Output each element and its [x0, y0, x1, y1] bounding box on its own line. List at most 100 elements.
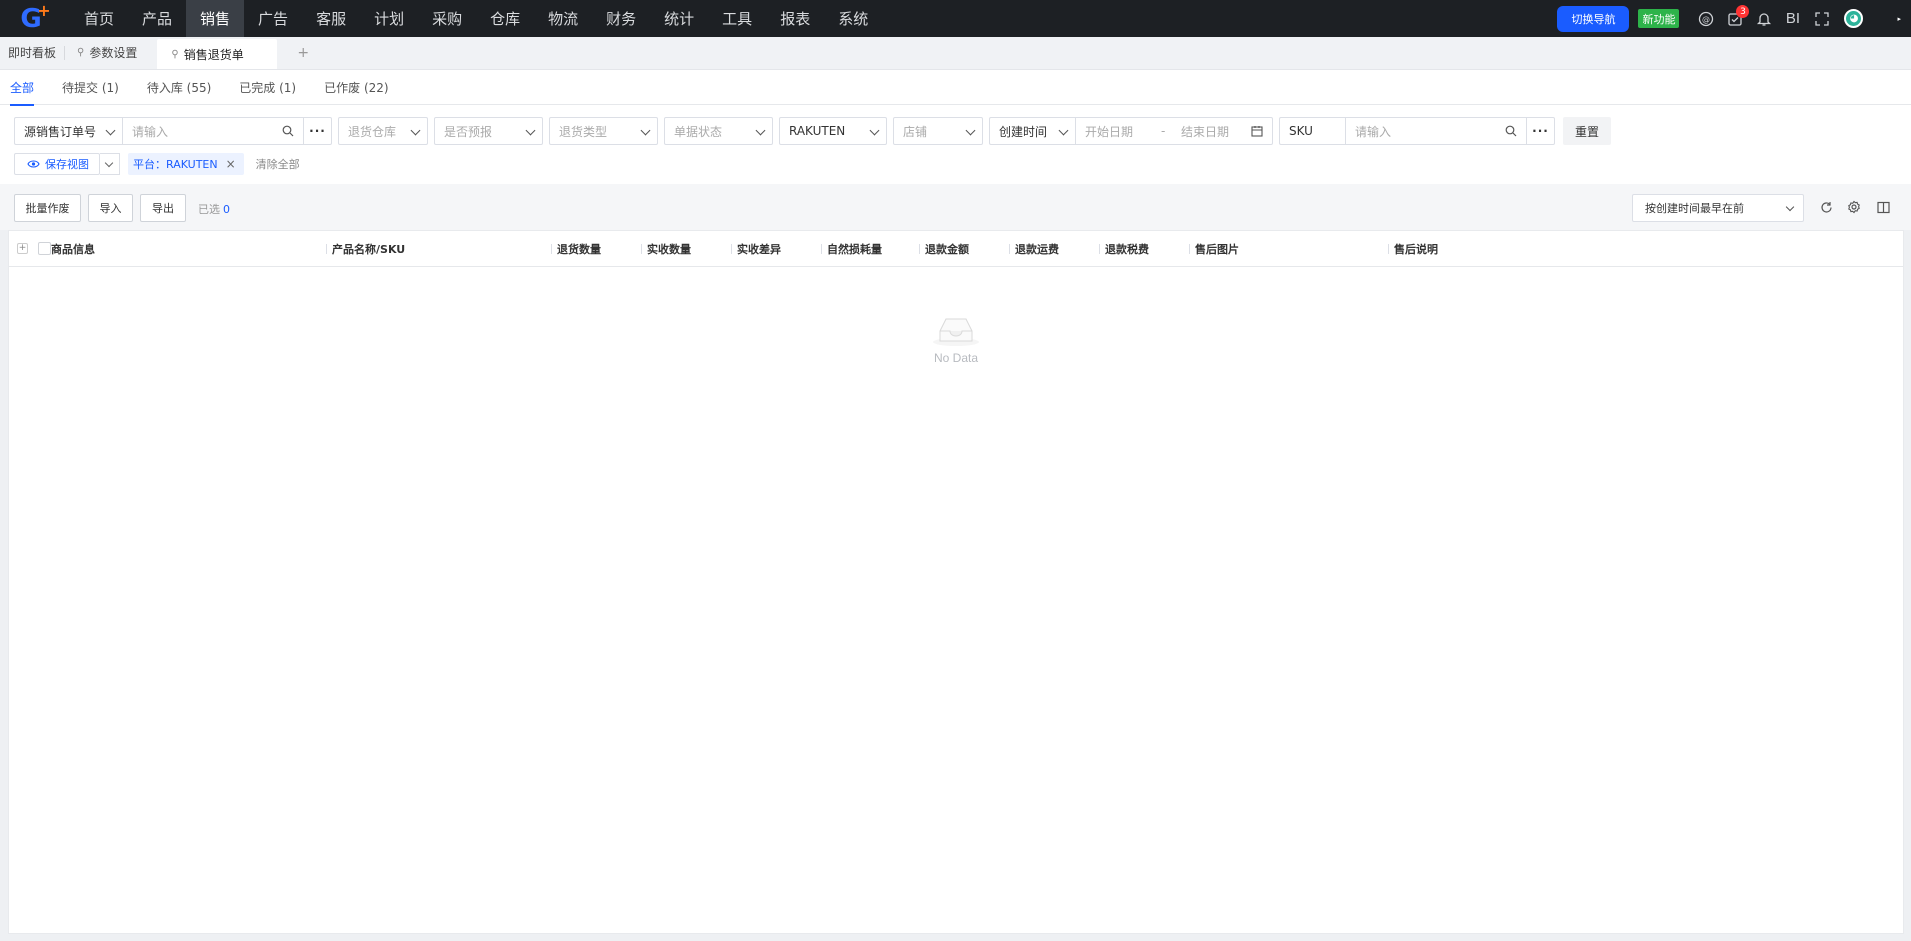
saved-view-row: 保存视图 平台：RAKUTEN × 清除全部 — [14, 153, 300, 175]
save-view-button[interactable]: 保存视图 — [14, 153, 100, 175]
tab-dashboard[interactable]: 即时看板 — [0, 36, 64, 69]
nav-item-8[interactable]: 物流 — [534, 0, 592, 37]
calendar-icon[interactable] — [1251, 125, 1263, 137]
sku-type-select[interactable]: SKU — [1279, 117, 1345, 145]
status-tab-3[interactable]: 已完成 (1) — [225, 70, 310, 105]
returns-table: + 商品信息 产品名称/SKU 退货数量 实收数量 实收差异 自然损耗量 退款金额 退款运费 退… — [8, 230, 1904, 934]
empty-state: No Data — [9, 311, 1903, 365]
search-icon[interactable] — [282, 125, 294, 137]
switch-nav-button[interactable]: 切换导航 — [1557, 5, 1630, 32]
caret-right-icon[interactable]: ▸ — [1897, 15, 1901, 23]
chevron-down-icon — [1058, 125, 1069, 136]
svg-text:@: @ — [1702, 15, 1710, 24]
tab-sales-return-label: 销售退货单 — [183, 47, 244, 62]
nav-item-6[interactable]: 采购 — [418, 0, 476, 37]
nav-item-0[interactable]: 首页 — [70, 0, 128, 37]
nav-right-tools: 切换导航 新功能 @ 3 BI ◕ ▸ — [1557, 0, 1911, 37]
add-tab-button[interactable]: + — [277, 36, 329, 69]
columns-layout-icon[interactable] — [1875, 199, 1891, 215]
order-type-select[interactable]: 源销售订单号 — [14, 117, 122, 145]
help-icon[interactable]: @ — [1691, 0, 1720, 37]
status-tab-2[interactable]: 待入库 (55) — [133, 70, 225, 105]
pin-icon[interactable]: ⚲ — [77, 47, 84, 58]
pin-icon[interactable]: ⚲ — [171, 49, 178, 60]
status-tab-1[interactable]: 待提交 (1) — [48, 70, 133, 105]
nav-item-2[interactable]: 销售 — [186, 0, 245, 37]
tab-sales-return[interactable]: ⚲ 销售退货单 — [157, 39, 278, 69]
notification-bell-icon[interactable] — [1749, 0, 1778, 37]
date-range-separator: - — [1161, 124, 1166, 138]
shop-select[interactable]: 店铺 — [893, 117, 983, 145]
sku-more-button[interactable]: ··· — [1527, 117, 1555, 145]
chevron-down-icon — [525, 125, 536, 136]
time-type-value: 创建时间 — [999, 124, 1048, 139]
nav-item-13[interactable]: 系统 — [824, 0, 882, 37]
warehouse-placeholder: 退货仓库 — [348, 124, 397, 139]
clear-all-link[interactable]: 清除全部 — [256, 156, 300, 172]
status-tab-0[interactable]: 全部 — [0, 70, 48, 106]
nav-item-3[interactable]: 广告 — [244, 0, 302, 37]
empty-inbox-icon — [933, 318, 979, 346]
task-icon[interactable]: 3 — [1720, 0, 1750, 37]
main-nav-menu: 首页 产品 销售 广告 客服 计划 采购 仓库 物流 财务 统计 工具 报表 系统 — [70, 0, 882, 37]
page-tab-bar: 即时看板 ⚲ 参数设置 ⚲ 销售退货单 + — [0, 37, 1911, 70]
import-button[interactable]: 导入 — [88, 194, 133, 222]
nav-item-5[interactable]: 计划 — [360, 0, 418, 37]
app-logo[interactable]: G + — [0, 0, 62, 37]
column-header-9: 售后图片 — [1189, 231, 1239, 267]
nav-item-12[interactable]: 报表 — [766, 0, 824, 37]
chevron-down-icon — [1785, 202, 1795, 212]
user-avatar[interactable]: ◕ — [1844, 9, 1864, 28]
column-header-4: 实收差异 — [731, 231, 781, 267]
filter-row: 源销售订单号 请输入 ··· 退货仓库 是否预报 退货类型 单据状态 RAKUT… — [14, 117, 1612, 145]
select-all-checkbox[interactable] — [38, 242, 51, 255]
nav-item-4[interactable]: 客服 — [302, 0, 360, 37]
reset-button[interactable]: 重置 — [1563, 117, 1612, 145]
search-icon[interactable] — [1505, 125, 1517, 137]
shop-placeholder: 店铺 — [903, 124, 928, 139]
settings-gear-icon[interactable] — [1846, 199, 1862, 215]
nav-item-11[interactable]: 工具 — [708, 0, 766, 37]
column-header-6: 退款金额 — [919, 231, 969, 267]
selected-count-value: 0 — [223, 203, 230, 216]
order-more-button[interactable]: ··· — [304, 117, 332, 145]
fullscreen-icon[interactable] — [1807, 0, 1836, 37]
selected-label: 已选 — [198, 203, 220, 216]
platform-value: RAKUTEN — [789, 124, 846, 138]
tab-params[interactable]: ⚲ 参数设置 — [65, 36, 145, 69]
order-search-input[interactable]: 请输入 — [122, 117, 304, 145]
forecast-select[interactable]: 是否预报 — [434, 117, 543, 145]
nav-item-10[interactable]: 统计 — [650, 0, 708, 37]
sort-select[interactable]: 按创建时间最早在前 — [1632, 194, 1804, 222]
return-type-placeholder: 退货类型 — [559, 124, 608, 139]
expand-all-icon[interactable]: + — [17, 243, 28, 254]
export-button[interactable]: 导出 — [140, 194, 186, 222]
refresh-icon[interactable] — [1818, 199, 1834, 215]
new-feature-button[interactable]: 新功能 — [1638, 9, 1680, 28]
forecast-placeholder: 是否预报 — [444, 124, 493, 139]
chevron-down-icon — [410, 125, 421, 136]
nav-item-1[interactable]: 产品 — [128, 0, 186, 37]
order-type-value: 源销售订单号 — [24, 124, 97, 139]
date-range-picker[interactable]: 开始日期 - 结束日期 — [1075, 117, 1273, 145]
sku-type-value: SKU — [1289, 124, 1313, 138]
time-type-select[interactable]: 创建时间 — [989, 117, 1075, 145]
chevron-down-icon — [755, 125, 766, 136]
close-icon[interactable]: × — [226, 157, 236, 171]
status-tab-4[interactable]: 已作废 (22) — [310, 70, 402, 105]
doc-status-select[interactable]: 单据状态 — [664, 117, 773, 145]
nav-item-9[interactable]: 财务 — [592, 0, 650, 37]
platform-select[interactable]: RAKUTEN — [779, 117, 887, 145]
batch-void-button[interactable]: 批量作废 — [14, 194, 81, 222]
bi-icon[interactable]: BI — [1778, 0, 1807, 37]
warehouse-select[interactable]: 退货仓库 — [338, 117, 428, 145]
save-view-label: 保存视图 — [45, 158, 89, 171]
save-view-dropdown[interactable] — [100, 153, 120, 175]
sku-search-input[interactable]: 请输入 — [1345, 117, 1527, 145]
return-type-select[interactable]: 退货类型 — [549, 117, 658, 145]
order-search-placeholder: 请输入 — [132, 124, 169, 139]
column-header-10: 售后说明 — [1388, 231, 1438, 267]
tab-params-label: 参数设置 — [89, 46, 138, 60]
nav-item-7[interactable]: 仓库 — [476, 0, 534, 37]
eye-icon — [27, 160, 40, 168]
